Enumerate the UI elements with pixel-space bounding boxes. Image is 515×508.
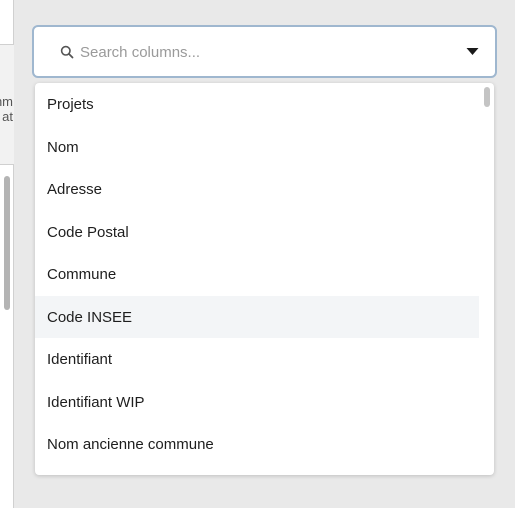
option-label: Code Postal [47, 223, 129, 241]
list-item-nom-ancienne-commune[interactable]: Nom ancienne commune [35, 423, 479, 465]
option-label: Projets [47, 95, 94, 113]
option-label: Identifiant [47, 350, 113, 368]
option-label: Code INSEE [47, 308, 133, 326]
list-item-adresse[interactable]: Adresse [35, 168, 479, 210]
column-options-list: Projets Nom Adresse Code Postal Commune … [35, 83, 494, 475]
option-label: Commune [47, 265, 117, 283]
search-columns-input[interactable] [80, 41, 460, 63]
list-item-projets[interactable]: Projets [35, 83, 479, 125]
option-label: Adresse [47, 180, 103, 198]
table-vertical-scrollbar[interactable] [4, 176, 10, 310]
list-item-nom[interactable]: Nom [35, 126, 479, 168]
column-header-partial-line2: at [2, 109, 13, 124]
search-icon [60, 45, 74, 59]
list-item-code-insee[interactable]: Code INSEE [35, 296, 479, 338]
column-header-partial: nm at [0, 45, 14, 165]
list-item-identifiant[interactable]: Identifiant [35, 338, 479, 380]
background-table-panel: nm at [0, 0, 14, 508]
list-item-code-postal[interactable]: Code Postal [35, 211, 479, 253]
column-header-partial-line1: nm [0, 94, 13, 109]
caret-down-icon[interactable] [466, 47, 479, 56]
option-label: Identifiant WIP [47, 393, 145, 411]
list-item-identifiant-wip[interactable]: Identifiant WIP [35, 381, 479, 423]
option-label: Nom ancienne commune [47, 435, 214, 453]
options-scrollbar[interactable] [484, 87, 490, 107]
option-label: Nom [47, 138, 79, 156]
column-search-combobox[interactable] [32, 25, 497, 78]
list-item-commune[interactable]: Commune [35, 253, 479, 295]
